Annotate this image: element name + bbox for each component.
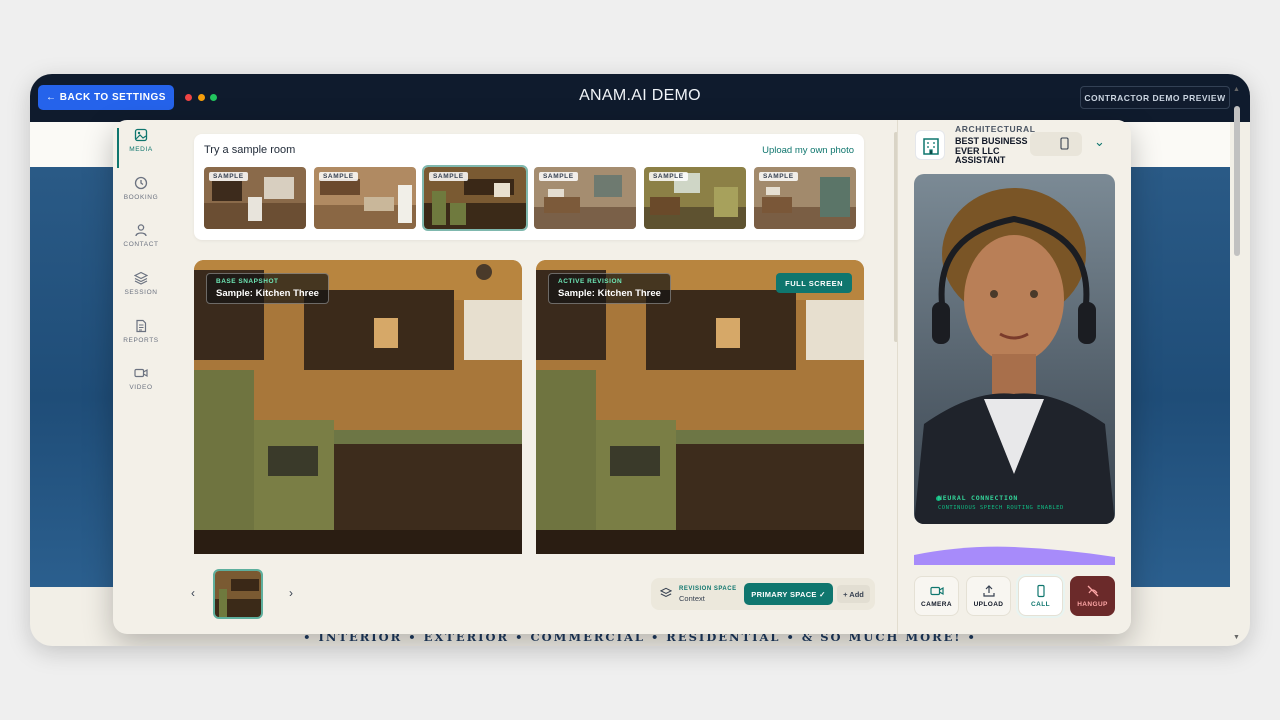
- top-bar: ← BACK TO SETTINGS ANAM.AI DEMO CONTRACT…: [30, 74, 1250, 122]
- assistant-mode-toggle[interactable]: [1030, 132, 1082, 156]
- page-scrollbar[interactable]: ▲ ▼: [1230, 86, 1244, 646]
- sample-thumbnail[interactable]: SAMPLE: [644, 167, 746, 229]
- control-label: CALL: [1031, 601, 1050, 608]
- assistant-category: ARCHITECTURAL: [955, 124, 1036, 134]
- control-label: UPLOAD: [973, 601, 1004, 608]
- snapshot-kind: ACTIVE REVISION: [558, 278, 623, 285]
- camera-button[interactable]: CAMERA: [914, 576, 959, 616]
- kitchen-photo: [536, 260, 864, 554]
- scroll-up-icon[interactable]: ▲: [1233, 86, 1240, 93]
- rail-item-booking[interactable]: BOOKING: [118, 176, 164, 216]
- browser-frame: • INTERIOR • EXTERIOR • COMMERCIAL • RES…: [30, 74, 1250, 646]
- upload-button[interactable]: UPLOAD: [966, 576, 1011, 616]
- app-title: ANAM.AI DEMO: [579, 87, 701, 104]
- sample-thumbnail[interactable]: SAMPLE: [204, 167, 306, 229]
- hangup-icon: [1087, 585, 1098, 597]
- sample-tag: SAMPLE: [649, 172, 688, 181]
- snapshot-kind: BASE SNAPSHOT: [216, 278, 279, 285]
- active-revision-label: ACTIVE REVISION Sample: Kitchen Three: [548, 273, 671, 304]
- user-icon: [135, 224, 147, 237]
- call-button[interactable]: CALL: [1018, 576, 1063, 616]
- base-snapshot-view[interactable]: BASE SNAPSHOT Sample: Kitchen Three: [194, 260, 522, 554]
- sample-thumbnail[interactable]: SAMPLE: [314, 167, 416, 229]
- hangup-button[interactable]: HANGUP: [1070, 576, 1115, 616]
- active-revision-view[interactable]: ACTIVE REVISION Sample: Kitchen Three FU…: [536, 260, 864, 554]
- sample-thumbnail-selected[interactable]: SAMPLE: [422, 165, 528, 231]
- add-revision-button[interactable]: + Add: [837, 585, 870, 603]
- document-icon: [136, 319, 147, 333]
- control-label: CAMERA: [921, 601, 952, 608]
- audio-waveform: [914, 546, 1115, 565]
- sample-thumbnail[interactable]: SAMPLE: [534, 167, 636, 229]
- full-screen-button[interactable]: FULL SCREEN: [776, 273, 852, 293]
- phone-icon: [1036, 584, 1045, 598]
- upload-own-photo-link[interactable]: Upload my own photo: [762, 145, 854, 156]
- camera-icon: [929, 586, 944, 596]
- sample-tag: SAMPLE: [539, 172, 578, 181]
- video-icon: [134, 368, 148, 378]
- page-scrollbar-thumb[interactable]: [1234, 106, 1240, 256]
- rail-item-session[interactable]: SESSION: [118, 271, 164, 311]
- rail-item-media[interactable]: MEDIA: [117, 128, 163, 168]
- sample-room-card: Try a sample room Upload my own photo SA…: [194, 134, 864, 240]
- chevron-down-icon[interactable]: ⌄: [1094, 134, 1105, 150]
- side-rail: MEDIA BOOKING CONTACT SESSION REPORTS VI…: [113, 120, 171, 634]
- assistant-name: BEST BUSINESS EVER LLC ASSISTANT: [955, 136, 1028, 165]
- sample-thumbnail[interactable]: SAMPLE: [754, 167, 856, 229]
- rail-item-video[interactable]: VIDEO: [118, 366, 164, 406]
- rail-item-reports[interactable]: REPORTS: [118, 319, 164, 359]
- control-label: HANGUP: [1077, 601, 1108, 608]
- avatar-video: [914, 174, 1115, 524]
- revision-space-label: REVISION SPACE: [679, 586, 737, 592]
- assistant-video-feed: [914, 174, 1115, 524]
- rail-label: SESSION: [124, 289, 158, 296]
- snapshot-name: Sample: Kitchen Three: [216, 288, 319, 299]
- snapshot-name: Sample: Kitchen Three: [558, 288, 661, 299]
- room-photo: [215, 571, 261, 617]
- base-snapshot-label: BASE SNAPSHOT Sample: Kitchen Three: [206, 273, 329, 304]
- scroll-down-icon[interactable]: ▼: [1233, 634, 1240, 641]
- filmstrip-thumbnail[interactable]: [213, 569, 263, 619]
- sample-tag: SAMPLE: [429, 172, 468, 181]
- filmstrip-prev-button[interactable]: ‹: [191, 586, 195, 600]
- revision-space-control: REVISION SPACE Context PRIMARY SPACE ✓ +…: [651, 578, 875, 610]
- phone-icon: [1060, 137, 1069, 150]
- speech-routing-status: CONTINUOUS SPEECH ROUTING ENABLED: [938, 505, 1064, 511]
- contractor-demo-preview-badge[interactable]: CONTRACTOR DEMO PREVIEW: [1080, 86, 1230, 109]
- sample-tag: SAMPLE: [209, 172, 248, 181]
- upload-icon: [982, 585, 995, 597]
- image-icon: [134, 128, 148, 142]
- rail-label: VIDEO: [129, 384, 153, 391]
- sample-room-title: Try a sample room: [204, 144, 296, 156]
- layers-icon: [134, 271, 148, 285]
- rail-label: BOOKING: [123, 194, 159, 201]
- demo-panel: MEDIA BOOKING CONTACT SESSION REPORTS VI…: [113, 120, 1131, 634]
- rail-label: REPORTS: [123, 337, 159, 344]
- clock-icon: [134, 176, 148, 190]
- primary-space-button[interactable]: PRIMARY SPACE ✓: [744, 583, 833, 605]
- sample-tag: SAMPLE: [759, 172, 798, 181]
- filmstrip-next-button[interactable]: ›: [289, 586, 293, 600]
- rail-label: CONTACT: [123, 241, 159, 248]
- sample-tag: SAMPLE: [319, 172, 358, 181]
- rail-item-contact[interactable]: CONTACT: [118, 223, 164, 263]
- assistant-panel: ARCHITECTURAL BEST BUSINESS EVER LLC ASS…: [897, 120, 1131, 634]
- building-icon: [915, 130, 945, 160]
- revision-context: Context: [679, 594, 705, 603]
- layers-icon: [660, 587, 672, 598]
- kitchen-photo: [194, 260, 522, 554]
- rail-label: MEDIA: [129, 146, 153, 153]
- neural-connection-status: NEURAL CONNECTION: [938, 494, 1019, 502]
